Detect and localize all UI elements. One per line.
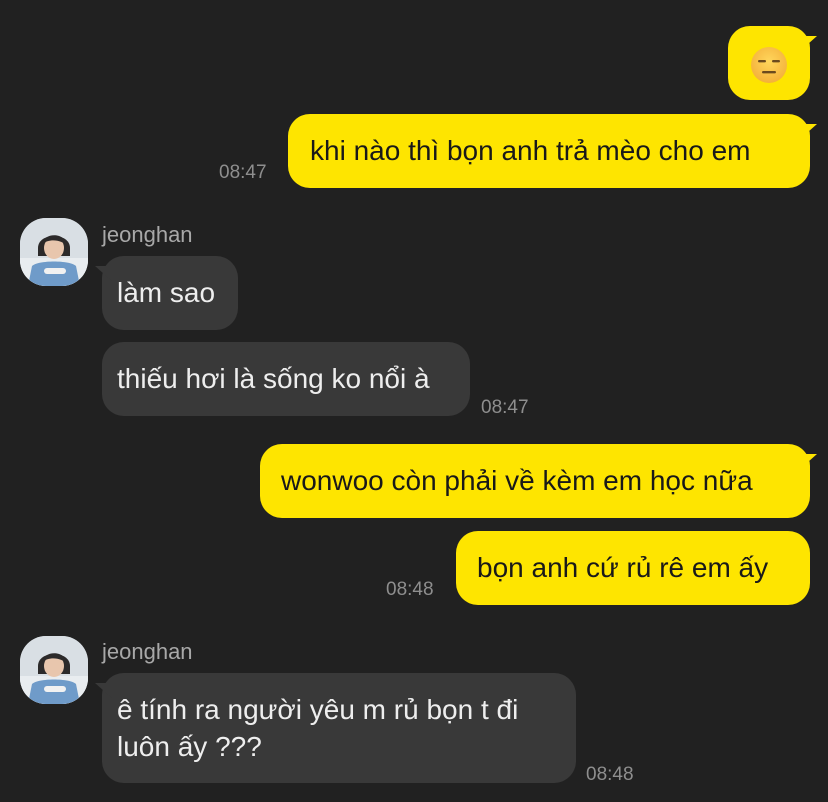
message-text: khi nào thì bọn anh trả mèo cho em	[310, 135, 751, 166]
sender-name: jeonghan	[102, 639, 193, 664]
message-text: bọn anh cứ rủ rê em ấy	[477, 552, 769, 583]
sender-avatar[interactable]	[20, 636, 88, 704]
sender-name: jeonghan	[102, 222, 193, 247]
sender-avatar[interactable]	[20, 218, 88, 286]
my-message-bubble[interactable]: bọn anh cứ rủ rê em ấy	[456, 531, 810, 605]
message-text-line-1: ê tính ra người yêu m rủ bọn t đi	[117, 694, 519, 725]
message-text-line-2: luôn ấy ???	[117, 731, 262, 762]
their-message-bubble[interactable]: ê tính ra người yêu m rủ bọn t đi luôn ấ…	[102, 673, 576, 783]
their-message-bubble[interactable]: làm sao	[102, 256, 238, 330]
my-message-bubble[interactable]: khi nào thì bọn anh trả mèo cho em	[288, 114, 810, 188]
message-text: làm sao	[117, 277, 216, 308]
message-text: thiếu hơi là sống ko nổi à	[117, 363, 430, 394]
message-timestamp: 08:48	[586, 764, 634, 785]
message-timestamp: 08:48	[386, 579, 434, 600]
my-emoji-message-bubble[interactable]	[728, 26, 810, 100]
my-message-bubble[interactable]: wonwoo còn phải về kèm em học nữa	[260, 444, 810, 518]
expressionless-face-emoji-icon	[750, 46, 788, 93]
message-timestamp: 08:47	[219, 162, 267, 183]
chat-room: 08:47 khi nào thì bọn anh trả mèo cho em…	[0, 0, 828, 802]
their-message-bubble[interactable]: thiếu hơi là sống ko nổi à	[102, 342, 470, 416]
message-timestamp: 08:47	[481, 397, 529, 418]
message-text: wonwoo còn phải về kèm em học nữa	[281, 465, 753, 496]
